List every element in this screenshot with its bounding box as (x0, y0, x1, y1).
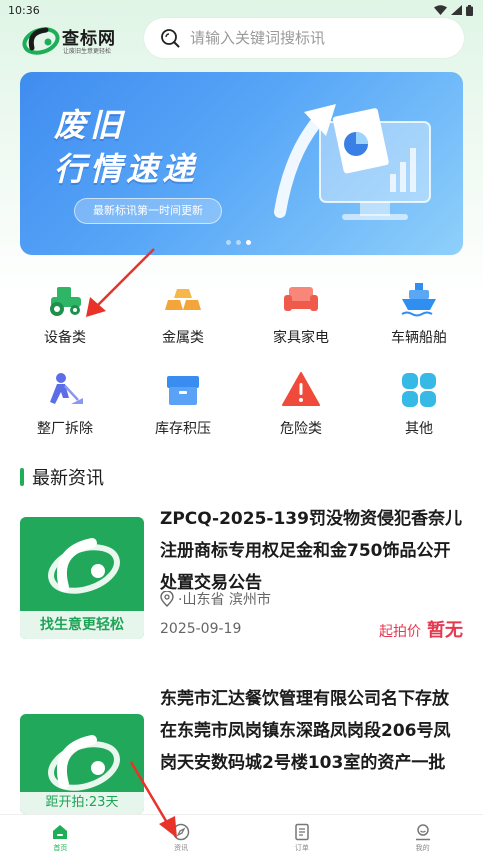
category-other[interactable]: 其他 (364, 368, 474, 448)
section-accent-bar (20, 468, 24, 486)
profile-icon (415, 824, 430, 841)
logo-mark-icon (22, 27, 60, 55)
banner-pagination (226, 240, 251, 245)
home-icon (53, 825, 68, 839)
tab-profile[interactable]: 我的 (362, 815, 483, 858)
tab-label: 资讯 (174, 844, 189, 852)
box-icon (167, 376, 199, 405)
category-vehicles[interactable]: 车辆船舶 (364, 277, 474, 357)
worker-icon (50, 373, 83, 404)
news-thumbnail: 距开拍:23天 (20, 714, 144, 814)
news-title: 东莞市汇达餐饮管理有限公司名下存放在东莞市凤岗镇东深路凤岗段206号凤岗天安数码… (160, 689, 451, 773)
tab-label: 我的 (415, 844, 430, 852)
location-pin-icon (160, 591, 174, 607)
category-label: 车辆船舶 (391, 330, 447, 346)
search-icon (161, 29, 180, 48)
news-location-text: ·山东省 滨州市 (178, 592, 271, 608)
news-date: 2025-09-19 (160, 621, 242, 637)
banner-dot-active[interactable] (246, 240, 251, 245)
banner-subtitle-pill: 最新标讯第一时间更新 (74, 198, 222, 224)
tab-news[interactable]: 资讯 (121, 815, 242, 858)
warning-icon (282, 372, 320, 406)
price-value: 暂无 (427, 620, 463, 641)
category-label: 其他 (405, 421, 433, 437)
wifi-icon (434, 5, 447, 15)
price-label: 起拍价 (379, 624, 421, 640)
header: 查标网 让废旧生意更轻松 (0, 18, 483, 60)
category-label: 设备类 (44, 330, 86, 346)
category-demolition[interactable]: 整厂拆除 (10, 368, 120, 448)
category-hazardous[interactable]: 危险类 (246, 368, 356, 448)
bottom-tab-bar: 首页 资讯 订单 我的 (0, 814, 483, 858)
category-metal[interactable]: 金属类 (128, 277, 238, 357)
news-location: ·山东省 滨州市 (160, 589, 271, 609)
tractor-icon (50, 287, 81, 316)
news-section-title: 最新资讯 (32, 468, 104, 489)
tab-orders[interactable]: 订单 (242, 815, 363, 858)
thumbnail-countdown: 距开拍:23天 (20, 792, 144, 814)
news-thumbnail: 找生意更轻松 (20, 517, 144, 639)
signal-icon (451, 5, 462, 15)
category-inventory[interactable]: 库存积压 (128, 368, 238, 448)
news-price: 起拍价 暂无 (379, 616, 463, 642)
sofa-icon (284, 287, 318, 311)
category-label: 金属类 (162, 330, 204, 346)
tab-home[interactable]: 首页 (0, 815, 121, 858)
banner-title-line1: 废旧 (54, 106, 127, 144)
category-equipment[interactable]: 设备类 (10, 277, 120, 357)
chart-monitor-illustration-icon (274, 104, 431, 220)
document-icon (295, 823, 309, 841)
ship-icon (401, 283, 436, 317)
status-time: 10:36 (8, 3, 40, 17)
tab-label: 订单 (294, 844, 309, 852)
battery-icon (466, 4, 473, 16)
category-label: 危险类 (280, 421, 322, 437)
status-bar: 10:36 (0, 0, 483, 20)
app-logo: 查标网 让废旧生意更轻松 (22, 22, 132, 58)
banner-title-line2: 行情速递 (54, 150, 199, 188)
news-section-header: 最新资讯 (20, 465, 104, 489)
gold-bars-icon (165, 289, 201, 310)
logo-slogan: 让废旧生意更轻松 (63, 48, 112, 55)
compass-icon (172, 823, 190, 841)
category-label: 家具家电 (273, 330, 329, 346)
logo-mark-icon (48, 538, 120, 594)
category-label: 整厂拆除 (37, 421, 93, 437)
search-input[interactable] (190, 29, 440, 47)
search-bar[interactable] (144, 18, 464, 58)
news-item[interactable]: 找生意更轻松 ZPCQ-2025-139罚没物资侵犯香奈儿注册商标专用权足金和金… (20, 503, 463, 653)
logo-mark-icon (48, 735, 120, 791)
tab-label: 首页 (53, 844, 68, 852)
banner-dot[interactable] (236, 240, 241, 245)
thumbnail-caption: 找生意更轻松 (20, 611, 144, 639)
banner-dot[interactable] (226, 240, 231, 245)
category-furniture[interactable]: 家具家电 (246, 277, 356, 357)
news-item[interactable]: 距开拍:23天 东莞市汇达餐饮管理有限公司名下存放在东莞市凤岗镇东深路凤岗段20… (20, 683, 463, 814)
promo-banner[interactable]: 废旧 行情速递 最新标讯第一时间更新 (20, 72, 463, 255)
news-title: ZPCQ-2025-139罚没物资侵犯香奈儿注册商标专用权足金和金750饰品公开… (160, 509, 462, 593)
category-label: 库存积压 (155, 421, 211, 437)
grid-icon (402, 373, 436, 407)
